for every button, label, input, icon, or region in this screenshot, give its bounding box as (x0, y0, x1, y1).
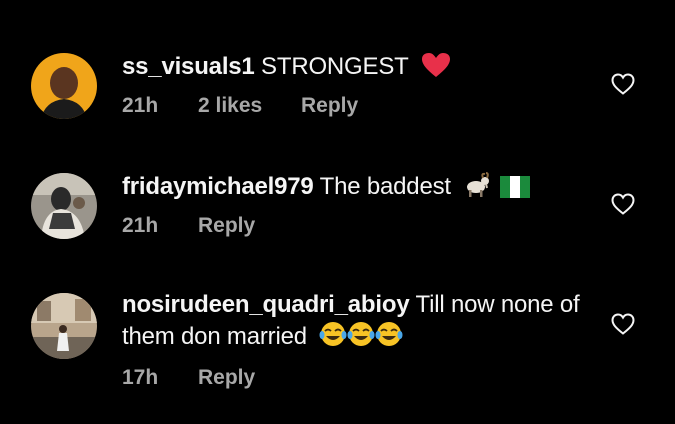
like-heart-icon[interactable] (611, 313, 635, 335)
reply-button[interactable]: Reply (198, 214, 255, 238)
comment-timestamp: 21h (122, 94, 159, 117)
comment-text: The baddest (319, 173, 451, 200)
red-heart-emoji (421, 52, 451, 86)
comment-timestamp: 17h (122, 366, 159, 389)
reply-button[interactable]: Reply (198, 366, 255, 390)
tears-of-joy-emoji (375, 320, 403, 356)
avatar[interactable] (31, 173, 97, 239)
reply-button[interactable]: Reply (301, 94, 358, 118)
like-heart-icon[interactable] (611, 193, 635, 215)
avatar[interactable] (31, 293, 97, 359)
comment-text: STRONGEST (261, 53, 409, 80)
comment-timestamp: 21h (122, 214, 159, 237)
comment-username[interactable]: ss_visuals1 (122, 53, 255, 80)
comment-username[interactable]: nosirudeen_quadri_abioy (122, 291, 410, 318)
goat-emoji (463, 172, 491, 206)
comment-username[interactable]: fridaymichael979 (122, 173, 314, 200)
nigeria-flag-emoji (499, 175, 530, 206)
tears-of-joy-emoji (347, 320, 375, 356)
tears-of-joy-emoji (319, 320, 347, 356)
avatar[interactable] (31, 53, 97, 119)
like-heart-icon[interactable] (611, 73, 635, 95)
comment-likes-count[interactable]: 2 likes (198, 94, 301, 118)
